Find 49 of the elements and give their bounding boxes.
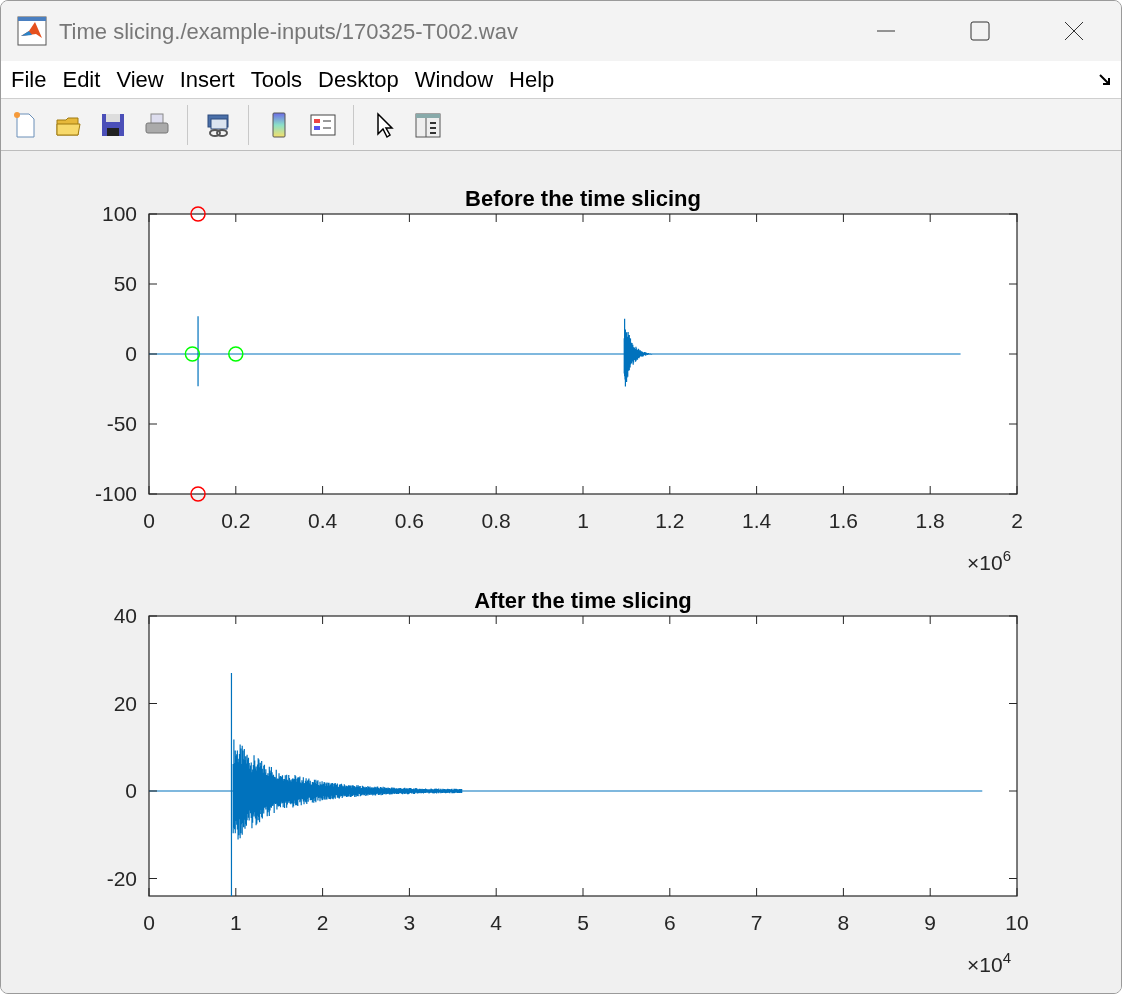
menu-item[interactable]: Desktop	[310, 63, 407, 96]
x-tick-label: 1.8	[915, 509, 945, 532]
y-tick-label: 100	[101, 202, 137, 225]
x-tick-label: 1	[229, 911, 242, 934]
x-tick-label: 1.6	[828, 509, 858, 532]
x-tick-label: 2	[316, 911, 329, 934]
chart-title: After the time slicing	[474, 588, 692, 613]
x-tick-label: 0.2	[221, 509, 251, 532]
menu-item[interactable]: Tools	[242, 63, 311, 96]
x-tick-label: 5	[577, 911, 589, 934]
y-tick-label: -50	[106, 412, 137, 435]
y-tick-label: -100	[94, 482, 137, 505]
x-tick-label: 0	[143, 911, 155, 934]
axis-exponent-label: ×10$^{6}$	[967, 547, 1011, 574]
close-icon	[1063, 20, 1085, 42]
x-tick-label: 0	[143, 509, 155, 532]
menu-item[interactable]: Edit	[54, 63, 109, 96]
y-tick-label: 50	[113, 272, 137, 295]
y-tick-label: 20	[113, 691, 137, 715]
window-title: Time slicing./example-inputs/170325-T002.wav	[59, 17, 518, 46]
minimize-icon	[877, 30, 895, 32]
x-tick-label: 2	[1011, 509, 1023, 532]
menu-item[interactable]: View	[108, 63, 172, 96]
x-tick-label: 0.8	[481, 509, 511, 532]
axis-exponent-label: ×10$^{4}$	[967, 949, 1011, 976]
app-logo-icon	[17, 16, 47, 46]
y-tick-label: 40	[113, 604, 137, 627]
menu-item[interactable]: Window	[406, 63, 502, 96]
y-tick-label: 0	[125, 779, 137, 802]
maximize-icon	[969, 20, 991, 42]
x-tick-label: 1.2	[655, 509, 685, 532]
x-tick-label: 6	[663, 911, 676, 934]
x-tick-label: 7	[750, 911, 763, 934]
dock-arrow-icon[interactable]	[1097, 71, 1113, 88]
x-tick-label: 4	[490, 911, 503, 934]
x-tick-label: 1.4	[742, 509, 772, 532]
menu-item[interactable]: File	[3, 63, 55, 96]
x-tick-label: 0.4	[308, 509, 338, 532]
menu-item[interactable]: Help	[501, 63, 563, 96]
x-tick-label: 0.6	[394, 509, 424, 532]
x-tick-label: 3	[403, 911, 416, 934]
menu-item[interactable]: Insert	[171, 63, 243, 96]
x-tick-label: 10	[1005, 911, 1029, 934]
x-tick-label: 1	[577, 509, 589, 532]
x-tick-label: 8	[837, 911, 850, 934]
chart-title: Before the time slicing	[465, 186, 701, 211]
y-tick-label: 0	[125, 342, 137, 365]
x-tick-label: 9	[924, 911, 937, 934]
y-tick-label: -20	[106, 866, 137, 890]
